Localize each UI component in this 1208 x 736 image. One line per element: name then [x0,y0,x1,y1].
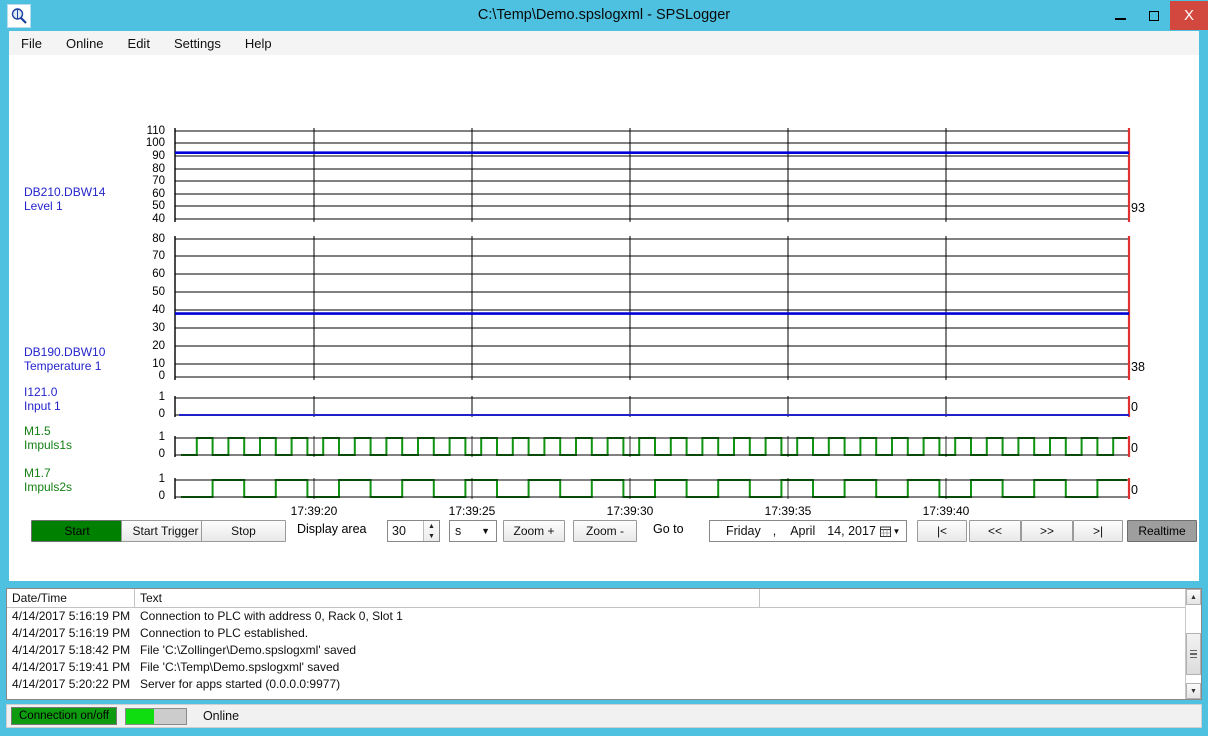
goto-date-picker[interactable]: Friday , April 14, 2017 ▼ [709,520,907,542]
scroll-up-icon[interactable]: ▲ [1186,589,1201,605]
zoom-in-button[interactable]: Zoom + [503,520,565,542]
menu-item-help[interactable]: Help [233,34,284,53]
close-button[interactable]: X [1170,1,1208,30]
window-controls: X [1104,0,1208,31]
table-row[interactable]: 4/14/2017 5:20:22 PM Server for apps sta… [7,676,1185,693]
menu-item-file[interactable]: File [9,34,54,53]
menu-item-online[interactable]: Online [54,34,116,53]
stepper-down-icon[interactable]: ▼ [424,531,439,541]
chevron-down-icon: ▼ [481,526,490,536]
log-datetime: 4/14/2017 5:18:42 PM [12,643,131,657]
menu-bar: File Online Edit Settings Help [9,31,1199,56]
client-area: DB210.DBW14 Level 1 DB190.DBW10 Temperatur… [9,55,1199,581]
stepper-up-icon[interactable]: ▲ [424,521,439,531]
scrollbar-track[interactable] [1186,605,1201,683]
menu-item-edit[interactable]: Edit [116,34,162,53]
xtick-label-3: 17:39:30 [606,504,654,518]
log-scrollbar[interactable]: ▲ ▼ [1185,589,1201,699]
connection-toggle-button[interactable]: Connection on/off [11,707,117,725]
nav-prev-button[interactable]: << [969,520,1021,542]
log-datetime: 4/14/2017 5:19:41 PM [12,660,131,674]
app-window: C:\Temp\Demo.spslogxml - SPSLogger X Fil… [0,0,1208,736]
table-row[interactable]: 4/14/2017 5:16:19 PM Connection to PLC e… [7,625,1185,642]
nav-first-button[interactable]: |< [917,520,967,542]
nav-next-button[interactable]: >> [1021,520,1073,542]
log-header-row: Date/Time Text [7,589,1185,608]
scroll-down-icon[interactable]: ▼ [1186,683,1201,699]
title-bar: C:\Temp\Demo.spslogxml - SPSLogger X [0,0,1208,31]
log-datetime: 4/14/2017 5:16:19 PM [12,626,131,640]
plot-canvas [174,128,1131,499]
stop-button[interactable]: Stop [201,520,286,542]
chart-area[interactable]: DB210.DBW14 Level 1 DB190.DBW10 Temperatur… [9,55,1199,535]
date-month: April [790,524,816,538]
current-value-level1: 93 [1131,201,1145,215]
unit-select[interactable]: s ▼ [449,520,497,542]
log-text: File 'C:\Zollinger\Demo.spslogxml' saved [140,643,356,657]
xtick-label-4: 17:39:35 [764,504,812,518]
start-trigger-button[interactable]: Start Trigger [121,520,210,542]
date-daynum: 14, 2017 [827,524,876,538]
realtime-button[interactable]: Realtime [1127,520,1197,542]
current-value-impuls1s: 0 [1131,441,1138,455]
table-row[interactable]: 4/14/2017 5:18:42 PM File 'C:\Zollinger\… [7,642,1185,659]
xtick-label-5: 17:39:40 [922,504,970,518]
current-value-impuls2s: 0 [1131,483,1138,497]
log-column-text[interactable]: Text [135,589,760,607]
display-area-stepper[interactable]: ▲ ▼ [387,520,440,542]
zoom-out-button[interactable]: Zoom - [573,520,637,542]
calendar-icon[interactable]: ▼ [875,522,905,540]
xtick-label-2: 17:39:25 [448,504,496,518]
log-text: Server for apps started (0.0.0.0:9977) [140,677,341,691]
log-text: Connection to PLC with address 0, Rack 0… [140,609,403,623]
table-row[interactable]: 4/14/2017 5:19:41 PM File 'C:\Temp\Demo.… [7,659,1185,676]
menu-item-settings[interactable]: Settings [162,34,233,53]
current-value-input1: 0 [1131,400,1138,414]
current-value-temperature1: 38 [1131,360,1145,374]
xtick-label-1: 17:39:20 [290,504,338,518]
control-toolbar: Start Start Trigger Stop Display area ▲ … [9,517,1199,581]
log-datetime: 4/14/2017 5:16:19 PM [12,609,131,623]
log-list[interactable]: Date/Time Text 4/14/2017 5:16:19 PM Conn… [6,588,1202,700]
unit-select-value: s [455,524,462,538]
status-badge: Online [202,709,240,723]
connection-status-indicator [124,707,187,725]
stepper-arrows[interactable]: ▲ ▼ [423,521,439,541]
nav-last-button[interactable]: >| [1073,520,1123,542]
log-text: Connection to PLC established. [140,626,309,640]
status-bar: Connection on/off Online [6,704,1202,728]
start-button[interactable]: Start [31,520,123,542]
scrollbar-thumb[interactable] [1186,633,1201,675]
goto-label: Go to [653,522,684,536]
log-column-datetime[interactable]: Date/Time [7,589,135,607]
window-title: C:\Temp\Demo.spslogxml - SPSLogger [477,7,731,23]
log-column-filler [760,589,1185,607]
log-table: Date/Time Text 4/14/2017 5:16:19 PM Conn… [7,589,1185,699]
minimize-button[interactable] [1104,1,1137,30]
table-row[interactable]: 4/14/2017 5:16:19 PM Connection to PLC w… [7,608,1185,625]
log-datetime: 4/14/2017 5:20:22 PM [12,677,131,691]
date-weekday: Friday [726,524,761,538]
date-comma: , [772,524,777,538]
log-text: File 'C:\Temp\Demo.spslogxml' saved [140,660,340,674]
maximize-button[interactable] [1137,1,1170,30]
display-area-label: Display area [297,522,367,536]
